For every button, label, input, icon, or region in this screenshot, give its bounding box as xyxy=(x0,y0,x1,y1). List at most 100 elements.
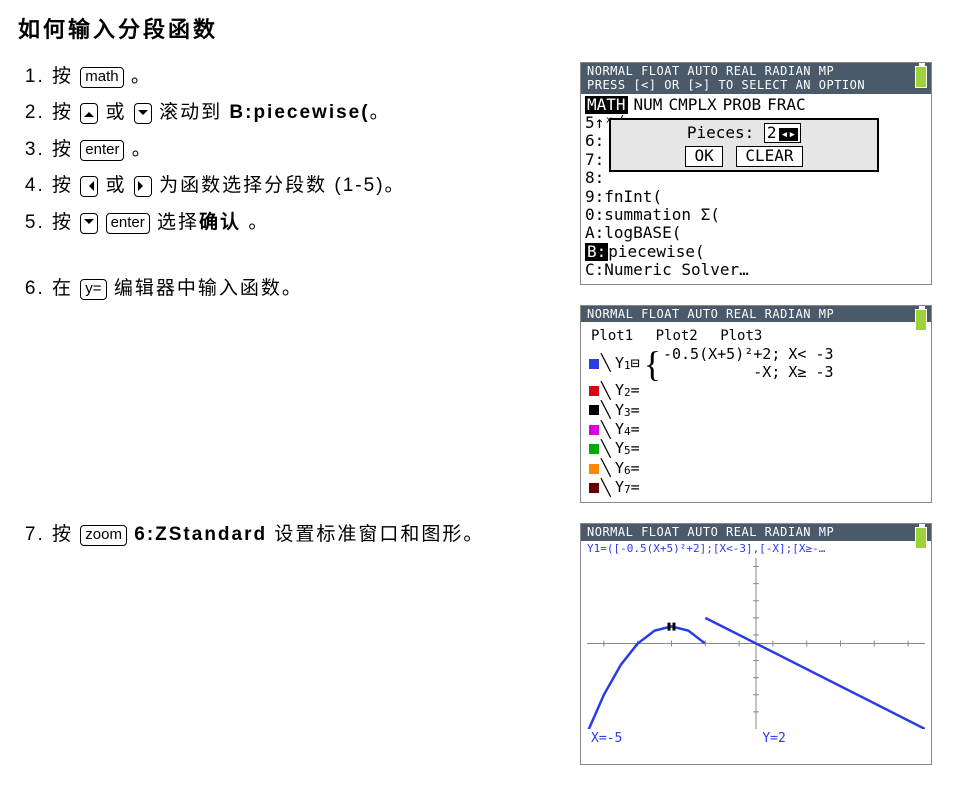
color-swatch-icon xyxy=(589,425,599,435)
text: 滚动到 xyxy=(152,102,230,123)
pieces-dialog: Pieces: 2◂▸ OK CLEAR xyxy=(609,118,879,172)
pieces-row: Pieces: 2◂▸ xyxy=(617,123,871,143)
y4-row[interactable]: ╲Y4= xyxy=(589,421,927,439)
pw-cond: X< -3 xyxy=(788,346,833,363)
step-7: 按 zoom 6:ZStandard 设置标准窗口和图形。 xyxy=(52,520,562,550)
y-coord: Y=2 xyxy=(762,732,785,747)
line-style-icon: ╲ xyxy=(601,354,615,372)
color-swatch-icon xyxy=(589,483,599,493)
menu-item[interactable]: 0:summation Σ( xyxy=(585,206,927,224)
text: 。 xyxy=(124,66,152,87)
menu-target: B:piecewise( xyxy=(229,102,369,123)
line-style-icon: ╲ xyxy=(601,421,615,439)
calc-header: NORMAL FLOAT AUTO REAL RADIAN MP PRESS [… xyxy=(581,63,931,94)
y6-row[interactable]: ╲Y6= xyxy=(589,459,927,477)
graph-area[interactable] xyxy=(587,558,925,730)
tab-num[interactable]: NUM xyxy=(634,95,663,114)
y1-label: Y1⊟ xyxy=(615,355,640,373)
menu-item[interactable]: 9:fnInt( xyxy=(585,188,927,206)
text: 选择 xyxy=(150,212,199,233)
tab-prob[interactable]: PROB xyxy=(723,95,762,114)
y-label: Y3= xyxy=(615,402,640,420)
text: 按 xyxy=(52,175,80,196)
clear-button[interactable]: CLEAR xyxy=(736,146,802,166)
ok-button[interactable]: OK xyxy=(685,146,722,166)
menu-item: 8: xyxy=(585,169,927,187)
text: 按 xyxy=(52,212,80,233)
line-style-icon: ╲ xyxy=(601,479,615,497)
calc-header: NORMAL FLOAT AUTO REAL RADIAN MP xyxy=(581,524,931,541)
brace-icon: { xyxy=(644,355,661,373)
text: 在 xyxy=(52,278,80,299)
header-line: PRESS [<] OR [>] TO SELECT AN OPTION xyxy=(587,79,927,93)
y2-row[interactable]: ╲Y2= xyxy=(589,382,927,400)
tab-cmplx[interactable]: CMPLX xyxy=(668,95,716,114)
left-arrow-key xyxy=(80,176,98,197)
screenshots-column: NORMAL FLOAT AUTO REAL RADIAN MP PRESS [… xyxy=(580,62,940,785)
down-arrow-key xyxy=(80,213,98,234)
step-3: 按 enter 。 xyxy=(52,135,562,165)
step-5: 按 enter 选择确认 。 xyxy=(52,208,562,238)
color-swatch-icon xyxy=(589,359,599,369)
y-label: Y2= xyxy=(615,382,640,400)
calc-screen-math-menu: NORMAL FLOAT AUTO REAL RADIAN MP PRESS [… xyxy=(580,62,932,285)
calc-header: NORMAL FLOAT AUTO REAL RADIAN MP xyxy=(581,306,931,323)
text: 编辑器中输入函数。 xyxy=(107,278,303,299)
steps-list-2: 在 y= 编辑器中输入函数。 xyxy=(18,274,562,304)
text: 按 xyxy=(52,66,80,87)
color-swatch-icon xyxy=(589,386,599,396)
enter-key: enter xyxy=(80,140,124,161)
piecewise-content: -0.5(X+5)²+2; X< -3 -X; X≥ -3 xyxy=(663,346,834,381)
y7-row[interactable]: ╲Y7= xyxy=(589,479,927,497)
battery-icon xyxy=(915,527,927,549)
calc-screen-y-editor: NORMAL FLOAT AUTO REAL RADIAN MP Plot1 P… xyxy=(580,305,932,504)
enter-key: enter xyxy=(106,213,150,234)
y1-row[interactable]: ╲ Y1⊟ { -0.5(X+5)²+2; X< -3 -X; X≥ -3 xyxy=(589,346,927,381)
y-equals-key: y= xyxy=(80,279,106,300)
step-1: 按 math 。 xyxy=(52,62,562,92)
pieces-value[interactable]: 2◂▸ xyxy=(764,123,801,143)
line-style-icon: ╲ xyxy=(601,440,615,458)
menu-tabs: MATH NUM CMPLX PROB FRAC xyxy=(585,96,927,114)
coord-row: X=-5 Y=2 xyxy=(581,732,931,751)
menu-item-selected[interactable]: B:piecewise( xyxy=(585,243,927,261)
text: 按 xyxy=(52,102,80,123)
instructions-column: 按 math 。 按 或 滚动到 B:piecewise( 。 按 enter 。… xyxy=(18,62,562,785)
zoom-key: zoom xyxy=(80,525,127,546)
spinner-icon[interactable]: ◂▸ xyxy=(779,128,799,141)
plot1-tab[interactable]: Plot1 xyxy=(591,328,633,344)
steps-list-3: 按 zoom 6:ZStandard 设置标准窗口和图形。 xyxy=(18,520,562,550)
calc-body: Y1=([-0.5(X+5)²+2];[X<-3],[-X];[X≥-… xyxy=(581,541,931,751)
menu-item[interactable]: C:Numeric Solver… xyxy=(585,261,927,279)
tab-math[interactable]: MATH xyxy=(585,96,628,114)
header-line: NORMAL FLOAT AUTO REAL RADIAN MP xyxy=(587,526,927,540)
color-swatch-icon xyxy=(589,464,599,474)
step-6: 在 y= 编辑器中输入函数。 xyxy=(52,274,562,304)
confirm-label: 确认 xyxy=(199,212,241,233)
text: 或 xyxy=(98,102,134,123)
y5-row[interactable]: ╲Y5= xyxy=(589,440,927,458)
tab-frac[interactable]: FRAC xyxy=(767,95,806,114)
pieces-label: Pieces: xyxy=(687,123,754,142)
y-label: Y4= xyxy=(615,421,640,439)
color-swatch-icon xyxy=(589,444,599,454)
down-arrow-key xyxy=(134,103,152,124)
plot3-tab[interactable]: Plot3 xyxy=(720,328,762,344)
right-arrow-key xyxy=(134,176,152,197)
zstandard-label: 6:ZStandard xyxy=(134,524,267,545)
y3-row[interactable]: ╲Y3= xyxy=(589,401,927,419)
steps-list: 按 math 。 按 或 滚动到 B:piecewise( 。 按 enter 。… xyxy=(18,62,562,238)
menu-item[interactable]: A:logBASE( xyxy=(585,224,927,242)
page-title: 如何输入分段函数 xyxy=(18,12,940,44)
graph-svg xyxy=(587,558,925,729)
plot2-tab[interactable]: Plot2 xyxy=(656,328,698,344)
text: 为函数选择分段数 (1-5)。 xyxy=(152,175,406,196)
x-coord: X=-5 xyxy=(591,732,622,747)
line-style-icon: ╲ xyxy=(601,459,615,477)
y-label: Y7= xyxy=(615,479,640,497)
text: 设置标准窗口和图形。 xyxy=(267,524,484,545)
plot-tabs: Plot1 Plot2 Plot3 xyxy=(591,328,927,344)
dialog-buttons: OK CLEAR xyxy=(617,146,871,166)
pw-expr: -0.5(X+5)²+2; xyxy=(663,346,780,363)
y-label: Y6= xyxy=(615,460,640,478)
